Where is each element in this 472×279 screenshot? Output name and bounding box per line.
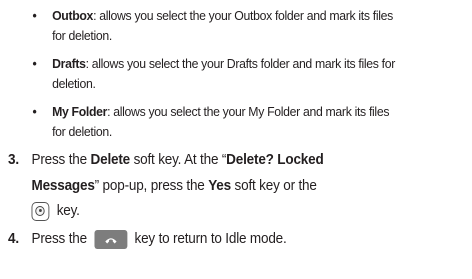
- step-4: 4. Press the key to return to Idle mode.: [8, 229, 440, 253]
- bullet-text: Outbox: allows you select the your Outbo…: [40, 6, 431, 46]
- step-text: ” pop-up, press the: [94, 178, 209, 194]
- bullet-term: Outbox: [52, 8, 94, 23]
- step-number: 4.: [8, 231, 19, 247]
- popup-title: Delete? Locked: [226, 152, 324, 168]
- step-text: soft key. At the “: [130, 152, 227, 168]
- step-text: key to return to Idle mode.: [130, 231, 287, 247]
- delete-soft-key-label: Delete: [90, 152, 131, 168]
- bullet-desc-line2: for deletion.: [52, 28, 112, 43]
- ok-key-icon: [31, 201, 50, 221]
- bullet-desc-line2: deletion.: [52, 76, 96, 91]
- yes-soft-key-label: Yes: [208, 178, 231, 194]
- bullet-text: Drafts: allows you select the your Draft…: [40, 54, 431, 94]
- end-key-icon: [94, 229, 128, 249]
- bullet-desc-line1: : allows you select the your Outbox fold…: [93, 8, 393, 23]
- bullet-dot: •: [32, 8, 37, 23]
- step-text: soft key or the: [230, 178, 317, 194]
- bullet-desc-line1: : allows you select the your My Folder a…: [107, 104, 390, 119]
- step-line-1: Press the Delete soft key. At the “Delet…: [32, 150, 324, 170]
- bullet-my-folder: • My Folder: allows you select the your …: [33, 102, 431, 142]
- popup-title: Messages: [31, 178, 95, 194]
- bullet-text: My Folder: allows you select the your My…: [40, 102, 431, 142]
- bullet-term: Drafts: [52, 56, 86, 71]
- step-line-2: Messages” pop-up, press the Yes soft key…: [32, 176, 317, 196]
- step-line-3: key.: [31, 201, 80, 221]
- bullet-dot: •: [32, 56, 37, 71]
- bullet-dot: •: [32, 104, 37, 119]
- step-line-1: Press the key to return to Idle mode.: [32, 229, 287, 249]
- step-text: key.: [53, 203, 80, 219]
- step-text: Press the: [31, 231, 91, 247]
- step-number: 3.: [8, 152, 19, 168]
- manual-page: • Outbox: allows you select the your Out…: [0, 0, 472, 279]
- bullet-drafts: • Drafts: allows you select the your Dra…: [33, 54, 431, 94]
- bullet-desc-line1: : allows you select the your Drafts fold…: [85, 56, 396, 71]
- bullet-outbox: • Outbox: allows you select the your Out…: [33, 6, 431, 46]
- step-text: Press the: [31, 152, 91, 168]
- bullet-desc-line2: for deletion.: [52, 124, 112, 139]
- bullet-term: My Folder: [52, 104, 108, 119]
